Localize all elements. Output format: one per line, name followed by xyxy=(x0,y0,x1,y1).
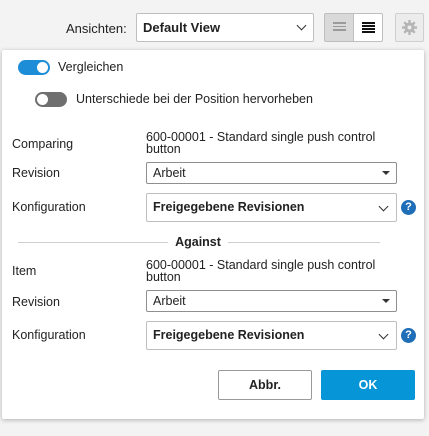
against-revision-label: Revision xyxy=(12,295,60,309)
settings-button[interactable] xyxy=(395,13,424,42)
comparing-config-value: Freigegebene Revisionen xyxy=(153,200,305,214)
comparing-config-label: Konfiguration xyxy=(12,200,86,214)
against-item-name: 600-00001 - Standard single push control… xyxy=(146,258,376,284)
highlight-differences-toggle[interactable] xyxy=(35,92,67,107)
list-view-icon xyxy=(333,22,346,33)
compact-view-button[interactable] xyxy=(353,13,383,42)
comparing-revision-value: Arbeit xyxy=(153,166,186,180)
toggle-knob xyxy=(37,94,48,105)
views-label: Ansichten: xyxy=(66,21,127,36)
against-item-label: Item xyxy=(12,264,37,278)
chevron-down-icon xyxy=(378,201,389,212)
against-revision-select[interactable]: Arbeit xyxy=(146,290,397,312)
highlight-differences-label: Unterschiede bei der Position hervorhebe… xyxy=(76,92,313,106)
views-dropdown[interactable]: Default View xyxy=(136,13,314,42)
against-config-value: Freigegebene Revisionen xyxy=(153,328,305,342)
view-toolbar: Ansichten: Default View xyxy=(0,0,429,54)
views-dropdown-value: Default View xyxy=(143,20,221,35)
compare-panel: Vergleichen Unterschiede bei der Positio… xyxy=(2,50,424,419)
caret-down-icon xyxy=(382,171,390,175)
divider-right xyxy=(228,242,380,243)
gear-icon xyxy=(402,20,417,35)
comparing-revision-label: Revision xyxy=(12,166,60,180)
compare-toggle-label: Vergleichen xyxy=(58,60,124,74)
comparing-label: Comparing xyxy=(12,137,74,151)
comparing-item-name: 600-00001 - Standard single push control… xyxy=(146,130,376,156)
compare-toggle[interactable] xyxy=(18,60,50,75)
chevron-down-icon xyxy=(296,20,307,31)
against-config-select[interactable]: Freigegebene Revisionen xyxy=(146,321,397,350)
chevron-down-icon xyxy=(378,329,389,340)
against-revision-value: Arbeit xyxy=(153,294,186,308)
list-view-button[interactable] xyxy=(324,13,354,42)
against-config-label: Konfiguration xyxy=(12,328,86,342)
ok-button[interactable]: OK xyxy=(321,370,415,400)
comparing-revision-select[interactable]: Arbeit xyxy=(146,162,397,184)
help-icon[interactable]: ? xyxy=(401,328,416,343)
comparing-config-select[interactable]: Freigegebene Revisionen xyxy=(146,193,397,222)
toggle-knob xyxy=(37,62,48,73)
cancel-button[interactable]: Abbr. xyxy=(218,370,312,400)
bom-view-page: Ansichten: Default View Vergleichen Unte… xyxy=(0,0,429,436)
compact-list-icon xyxy=(362,22,375,33)
help-icon[interactable]: ? xyxy=(401,200,416,215)
caret-down-icon xyxy=(382,299,390,303)
